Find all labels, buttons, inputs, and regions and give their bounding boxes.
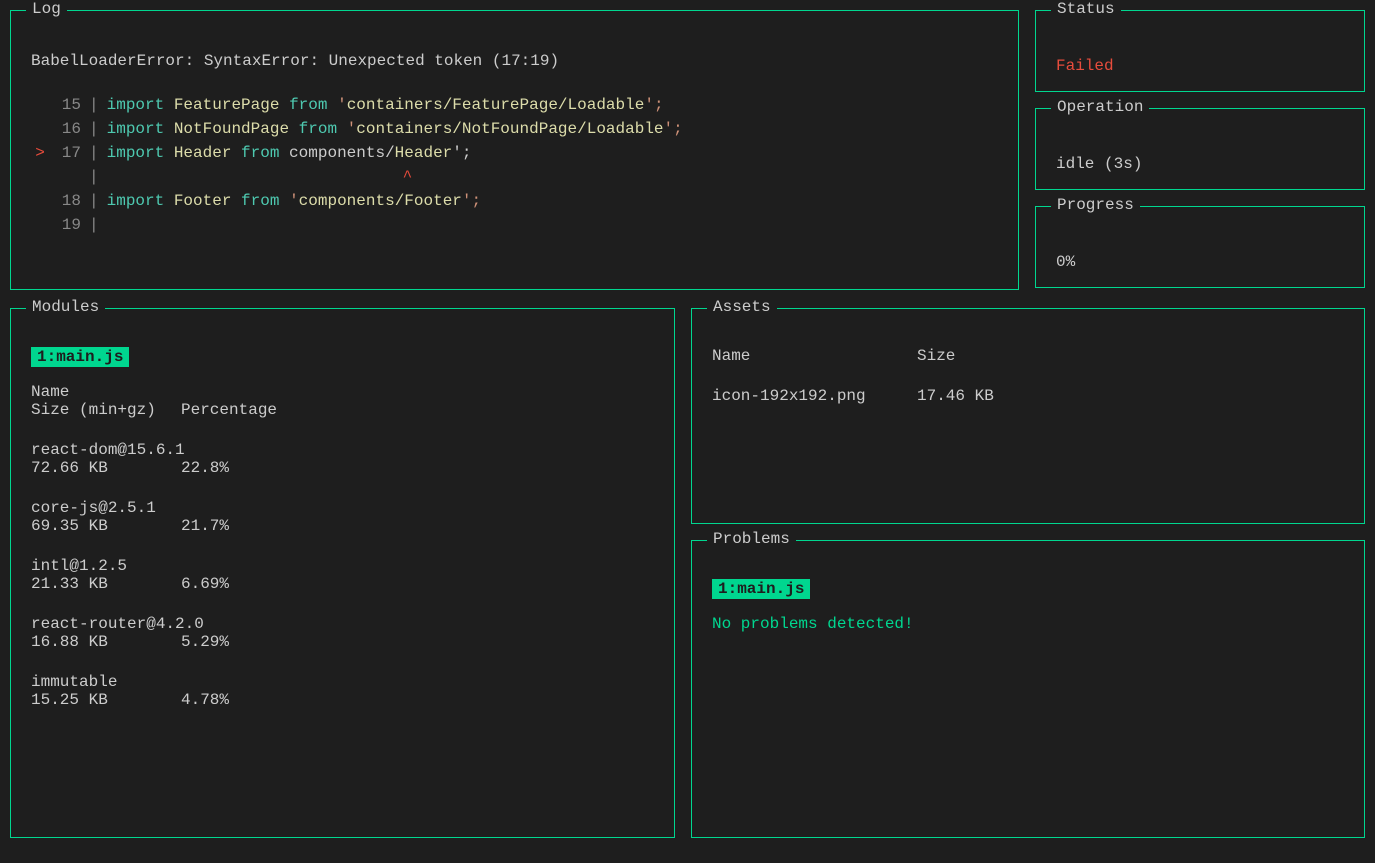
code-line: 18 | import Footer from 'components/Foot… (31, 189, 998, 213)
module-percentage: 4.78% (181, 691, 229, 709)
problems-panel: Problems 1:main.js No problems detected! (691, 540, 1365, 838)
progress-panel-title: Progress (1051, 196, 1140, 214)
code-caret-line: | ^ (31, 165, 998, 189)
line-number: 18 (49, 189, 81, 213)
line-separator: | (89, 93, 99, 117)
module-name: immutable (31, 673, 654, 691)
module-row: react-router@4.2.0 16.88 KB 5.29% (31, 615, 654, 651)
line-separator: | (89, 141, 99, 165)
module-row: immutable 15.25 KB 4.78% (31, 673, 654, 709)
module-name: intl@1.2.5 (31, 557, 654, 575)
code-line: > 17 | import Header from components/Hea… (31, 141, 998, 165)
problems-badge[interactable]: 1:main.js (712, 579, 810, 599)
error-caret: ^ (115, 165, 413, 189)
assets-header-size: Size (917, 347, 955, 365)
module-percentage: 5.29% (181, 633, 229, 651)
progress-panel: Progress 0% (1035, 206, 1365, 288)
log-content: BabelLoaderError: SyntaxError: Unexpecte… (31, 31, 998, 237)
asset-row: icon-192x192.png 17.46 KB (712, 387, 1344, 405)
asset-name: icon-192x192.png (712, 387, 917, 405)
modules-header-name: Name (31, 383, 654, 401)
line-number: 17 (49, 141, 81, 165)
assets-panel: Assets Name Size icon-192x192.png 17.46 … (691, 308, 1365, 524)
module-percentage: 22.8% (181, 459, 229, 477)
code-content: import Header from components/Header'; (107, 141, 472, 165)
log-panel: Log BabelLoaderError: SyntaxError: Unexp… (10, 10, 1019, 290)
module-size: 15.25 KB (31, 691, 181, 709)
module-name: react-router@4.2.0 (31, 615, 654, 633)
modules-panel-title: Modules (26, 298, 105, 316)
line-separator: | (89, 213, 99, 237)
code-content: import NotFoundPage from 'containers/Not… (107, 117, 683, 141)
operation-panel-title: Operation (1051, 98, 1149, 116)
assets-header-name: Name (712, 347, 917, 365)
progress-value: 0% (1056, 227, 1344, 271)
modules-panel: Modules 1:main.js Name Size (min+gz) Per… (10, 308, 675, 838)
module-row: react-dom@15.6.1 72.66 KB 22.8% (31, 441, 654, 477)
module-row: intl@1.2.5 21.33 KB 6.69% (31, 557, 654, 593)
modules-header-percentage: Percentage (181, 401, 277, 419)
assets-panel-title: Assets (707, 298, 777, 316)
line-separator: | (89, 165, 99, 189)
module-size: 21.33 KB (31, 575, 181, 593)
line-separator: | (89, 117, 99, 141)
status-panel: Status Failed (1035, 10, 1365, 92)
module-percentage: 6.69% (181, 575, 229, 593)
asset-size: 17.46 KB (917, 387, 994, 405)
operation-value: idle (3s) (1056, 129, 1344, 173)
module-name: react-dom@15.6.1 (31, 441, 654, 459)
operation-panel: Operation idle (3s) (1035, 108, 1365, 190)
status-value: Failed (1056, 31, 1344, 75)
code-content: import Footer from 'components/Footer'; (107, 189, 482, 213)
module-name: core-js@2.5.1 (31, 499, 654, 517)
module-size: 72.66 KB (31, 459, 181, 477)
line-number: 16 (49, 117, 81, 141)
problems-panel-title: Problems (707, 530, 796, 548)
status-panel-title: Status (1051, 0, 1121, 18)
modules-header: Name Size (min+gz) Percentage (31, 383, 654, 419)
module-percentage: 21.7% (181, 517, 229, 535)
log-panel-title: Log (26, 0, 67, 18)
module-size: 16.88 KB (31, 633, 181, 651)
line-separator: | (89, 189, 99, 213)
code-line: 19 | (31, 213, 998, 237)
assets-header: Name Size (712, 347, 1344, 365)
module-size: 69.35 KB (31, 517, 181, 535)
code-line: 16 | import NotFoundPage from 'container… (31, 117, 998, 141)
log-error-message: BabelLoaderError: SyntaxError: Unexpecte… (31, 49, 998, 73)
code-content: import FeaturePage from 'containers/Feat… (107, 93, 664, 117)
line-number: 19 (49, 213, 81, 237)
module-row: core-js@2.5.1 69.35 KB 21.7% (31, 499, 654, 535)
modules-badge[interactable]: 1:main.js (31, 347, 129, 367)
modules-header-size: Size (min+gz) (31, 401, 181, 419)
line-marker: > (31, 141, 49, 165)
line-number: 15 (49, 93, 81, 117)
code-line: 15 | import FeaturePage from 'containers… (31, 93, 998, 117)
problems-message: No problems detected! (712, 615, 1344, 633)
